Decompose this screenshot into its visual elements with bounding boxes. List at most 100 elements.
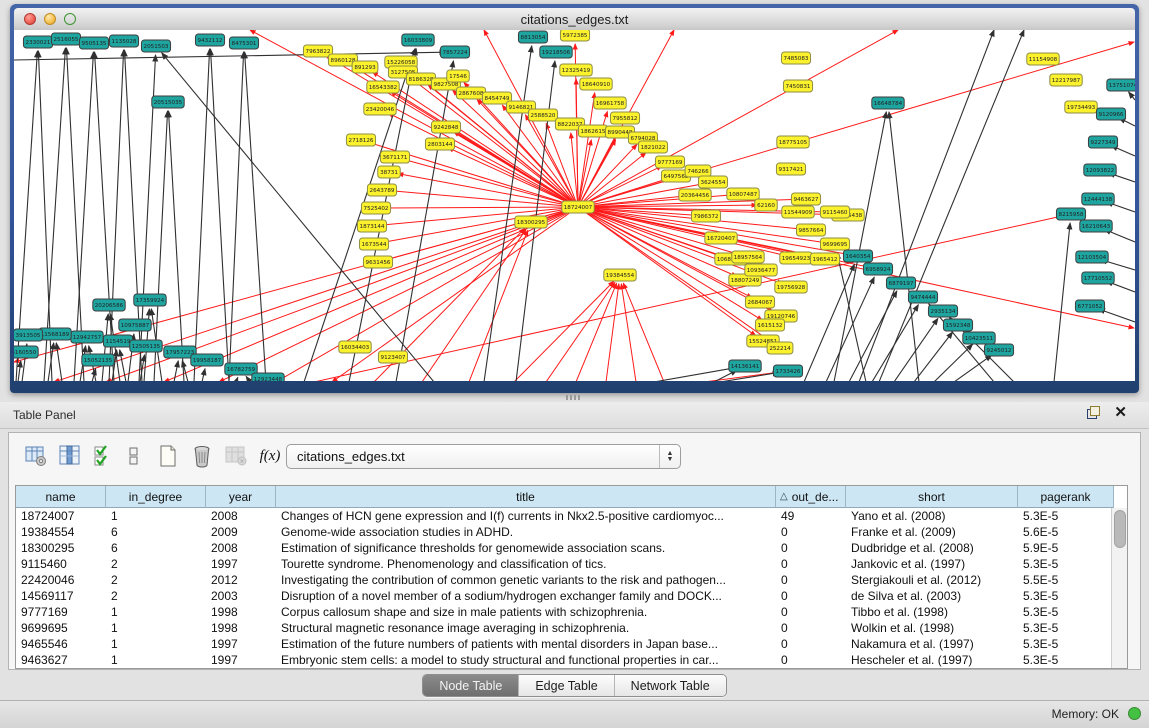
graph-node[interactable]: 7857224 xyxy=(440,46,469,58)
column-visibility-icon[interactable] xyxy=(57,443,83,469)
graph-node[interactable]: 20515035 xyxy=(152,96,184,108)
minimize-window-button[interactable] xyxy=(44,13,56,25)
graph-node[interactable]: 1592348 xyxy=(943,319,972,331)
graph-node[interactable]: 9474444 xyxy=(908,291,937,303)
table-row[interactable]: 1830029562008Estimation of significance … xyxy=(16,540,1127,556)
row-height-icon[interactable] xyxy=(121,443,147,469)
graph-node[interactable]: 9463627 xyxy=(791,193,820,205)
graph-node[interactable]: 1154519 xyxy=(103,335,132,347)
table-row[interactable]: 1872400712008Changes of HCN gene express… xyxy=(16,508,1127,524)
graph-node[interactable]: 23420046 xyxy=(364,103,396,115)
close-window-button[interactable] xyxy=(24,13,36,25)
graph-node[interactable]: 17359924 xyxy=(134,294,166,306)
graph-node[interactable]: 8215958 xyxy=(1056,208,1085,220)
row-selection-icon[interactable] xyxy=(91,443,117,469)
graph-node[interactable]: 20364456 xyxy=(679,189,711,201)
graph-node[interactable]: 3913505 xyxy=(14,329,43,341)
graph-node[interactable]: 12325419 xyxy=(560,64,592,76)
graph-node[interactable]: 9115460 xyxy=(820,206,849,218)
graph-node[interactable]: 1733426 xyxy=(773,365,802,377)
graph-node[interactable]: 18957564 xyxy=(732,251,764,263)
graph-node[interactable]: 12923448 xyxy=(252,373,284,381)
graph-node[interactable]: 3671171 xyxy=(380,151,409,163)
graph-node[interactable]: 25160550 xyxy=(14,346,38,358)
graph-node[interactable]: 2330021 xyxy=(23,36,52,48)
graph-node[interactable]: 9631456 xyxy=(363,256,392,268)
tab-network-table[interactable]: Network Table xyxy=(615,675,726,696)
graph-node[interactable]: 1965412 xyxy=(810,253,839,265)
graph-node[interactable]: 6879197 xyxy=(886,277,915,289)
graph-node[interactable]: 19756928 xyxy=(775,281,807,293)
column-header-outde[interactable]: △out_de... xyxy=(776,486,846,508)
column-header-name[interactable]: name xyxy=(16,486,106,508)
graph-node[interactable]: 9777169 xyxy=(655,156,684,168)
graph-node[interactable]: 2588520 xyxy=(528,109,557,121)
graph-node[interactable]: 11568189 xyxy=(39,328,71,340)
graph-node[interactable]: 1862615 xyxy=(578,125,607,137)
vertical-scrollbar[interactable] xyxy=(1111,508,1127,668)
graph-node[interactable]: 10975887 xyxy=(119,319,151,331)
graph-node[interactable]: 891293 xyxy=(352,61,378,73)
graph-node[interactable]: 18640910 xyxy=(580,78,612,90)
graph-node[interactable]: 2867608 xyxy=(456,87,485,99)
graph-node[interactable]: 746266 xyxy=(685,165,711,177)
graph-node[interactable]: 5972385 xyxy=(560,30,589,41)
close-panel-icon[interactable]: ✕ xyxy=(1114,406,1127,419)
graph-node[interactable]: 18300295 xyxy=(515,216,547,228)
table-row[interactable]: 2242004622012Investigating the contribut… xyxy=(16,572,1127,588)
graph-node[interactable]: 18775105 xyxy=(777,136,809,148)
maximize-window-button[interactable] xyxy=(64,13,76,25)
graph-node[interactable]: 1135028 xyxy=(109,35,138,47)
graph-node[interactable]: 2516055 xyxy=(51,33,80,45)
graph-node[interactable]: 1640354 xyxy=(843,250,872,262)
column-header-title[interactable]: title xyxy=(276,486,776,508)
graph-node[interactable]: 7525402 xyxy=(361,202,390,214)
graph-node[interactable]: 19654923 xyxy=(780,252,812,264)
table-row[interactable]: 969969511998Structural magnetic resonanc… xyxy=(16,620,1127,636)
float-panel-icon[interactable] xyxy=(1087,406,1100,419)
new-column-icon[interactable] xyxy=(155,443,181,469)
graph-node[interactable]: 9227349 xyxy=(1088,136,1117,148)
graph-node[interactable]: 38731 xyxy=(378,166,401,178)
graph-node[interactable]: 16648784 xyxy=(872,97,904,109)
graph-node[interactable]: 1821022 xyxy=(638,141,667,153)
table-row[interactable]: 977716911998Corpus callosum shape and si… xyxy=(16,604,1127,620)
column-header-year[interactable]: year xyxy=(206,486,276,508)
scrollbar-thumb[interactable] xyxy=(1114,510,1126,548)
graph-node[interactable]: 17546 xyxy=(447,70,470,82)
panel-splitter[interactable] xyxy=(0,393,1149,402)
delete-table-icon[interactable] xyxy=(223,443,249,469)
graph-node[interactable]: 7955812 xyxy=(610,112,639,124)
column-header-pagerank[interactable]: pagerank xyxy=(1018,486,1114,508)
tab-node-table[interactable]: Node Table xyxy=(423,675,519,696)
delete-column-icon[interactable] xyxy=(189,443,215,469)
column-header-short[interactable]: short xyxy=(846,486,1018,508)
graph-node[interactable]: 16543382 xyxy=(367,81,399,93)
graph-node[interactable]: 2684067 xyxy=(745,296,774,308)
graph-node[interactable]: 9699695 xyxy=(820,238,849,250)
graph-node[interactable]: 15052135 xyxy=(82,354,114,366)
graph-node[interactable]: 7986372 xyxy=(691,210,720,222)
graph-node[interactable]: 9857664 xyxy=(796,224,825,236)
graph-node[interactable]: 12103504 xyxy=(1076,251,1108,263)
graph-node[interactable]: 8475301 xyxy=(229,37,258,49)
table-row[interactable]: 946554611997Estimation of the future num… xyxy=(16,636,1127,652)
graph-node[interactable]: 19734493 xyxy=(1065,101,1097,113)
graph-node[interactable]: 1615132 xyxy=(755,319,784,331)
graph-node[interactable]: 16720407 xyxy=(705,232,737,244)
tab-edge-table[interactable]: Edge Table xyxy=(519,675,614,696)
graph-node[interactable]: 9120966 xyxy=(1096,108,1125,120)
graph-node[interactable]: 11544909 xyxy=(782,206,814,218)
graph-node[interactable]: 19384554 xyxy=(604,269,636,281)
graph-node[interactable]: 2051503 xyxy=(141,40,170,52)
graph-node[interactable]: 7450831 xyxy=(783,80,812,92)
graph-node[interactable]: 12444138 xyxy=(1082,193,1114,205)
graph-node[interactable]: 9505135 xyxy=(79,37,108,49)
table-row[interactable]: 1938455462009Genome-wide association stu… xyxy=(16,524,1127,540)
graph-node[interactable]: 12505135 xyxy=(130,340,162,352)
graph-node[interactable]: 12217987 xyxy=(1050,74,1082,86)
graph-node[interactable]: 12093822 xyxy=(1084,164,1116,176)
graph-node[interactable]: 2643789 xyxy=(367,184,396,196)
graph-node[interactable]: 19218506 xyxy=(540,46,572,58)
graph-node[interactable]: 252214 xyxy=(767,342,793,354)
